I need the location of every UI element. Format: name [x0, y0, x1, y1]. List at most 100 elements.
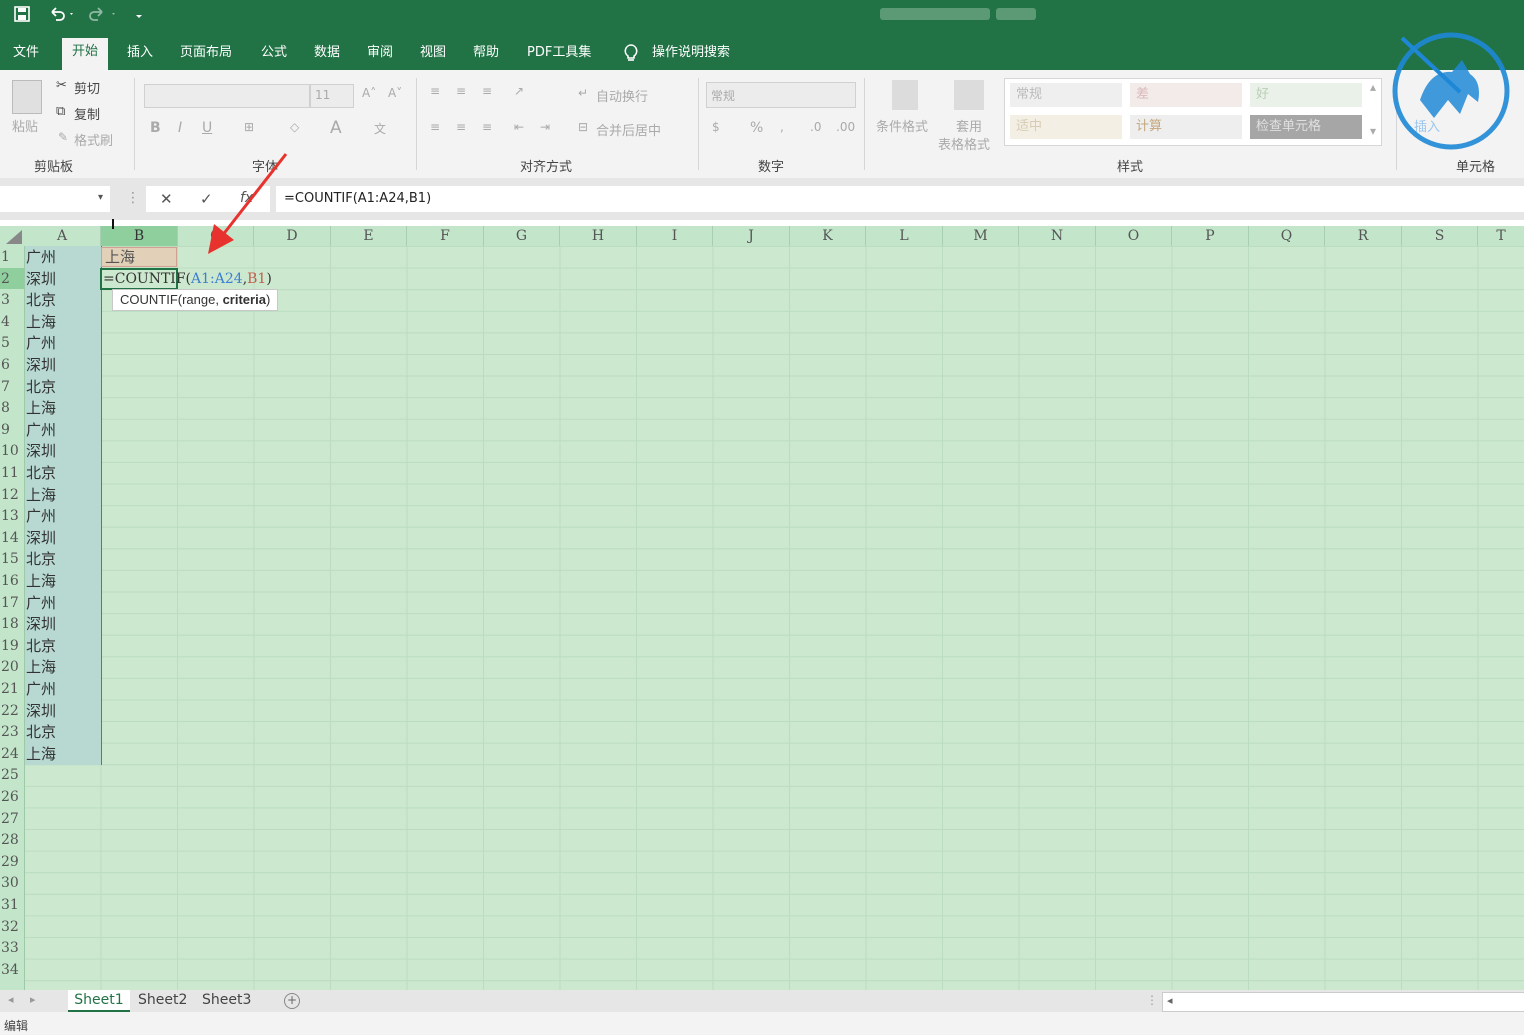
copy-icon[interactable]: ⧉	[56, 104, 65, 119]
bold-button[interactable]: B	[150, 120, 161, 136]
cell-a[interactable]: 广州	[26, 592, 100, 614]
scroll-sheets-right-icon[interactable]: ▸	[30, 993, 36, 1006]
copy-button[interactable]: 复制	[74, 104, 100, 123]
row-header[interactable]: 12	[0, 484, 24, 506]
tab-split-grip-icon[interactable]: ⋮	[1146, 993, 1158, 1007]
column-header-k[interactable]: K	[790, 226, 866, 246]
row-header[interactable]: 6	[0, 354, 24, 376]
row-header[interactable]: 13	[0, 505, 24, 527]
number-format-dropdown[interactable]: 常规	[706, 82, 856, 108]
row-header[interactable]: 25	[0, 764, 24, 786]
cell-a[interactable]: 广州	[26, 505, 100, 527]
cell-a[interactable]: 广州	[26, 246, 100, 268]
increase-font-icon[interactable]: A˄	[362, 86, 376, 100]
font-name-dropdown[interactable]	[144, 84, 310, 108]
lightbulb-icon[interactable]	[623, 44, 639, 66]
column-header-h[interactable]: H	[560, 226, 637, 246]
tab-page-layout[interactable]: 页面布局	[180, 44, 232, 66]
row-header[interactable]: 22	[0, 700, 24, 722]
row-header[interactable]: 15	[0, 548, 24, 570]
cell-a[interactable]: 北京	[26, 462, 100, 484]
paste-button[interactable]: 粘贴	[12, 116, 38, 135]
percent-button[interactable]: %	[750, 120, 763, 136]
decrease-font-icon[interactable]: A˅	[388, 86, 402, 100]
row-header[interactable]: 2	[0, 267, 24, 290]
row-header[interactable]: 21	[0, 678, 24, 700]
row-header[interactable]: 16	[0, 570, 24, 592]
row-header[interactable]: 33	[0, 937, 24, 959]
cell-a[interactable]: 上海	[26, 311, 100, 333]
cell-b2-editing[interactable]: =COUNTIF(A1:A24,B1)	[103, 269, 272, 289]
column-header-m[interactable]: M	[943, 226, 1019, 246]
style-bad[interactable]: 差	[1130, 83, 1242, 107]
column-header-q[interactable]: Q	[1249, 226, 1325, 246]
column-header-t[interactable]: T	[1478, 226, 1524, 246]
save-icon[interactable]	[14, 6, 30, 26]
border-icon[interactable]: ⊞	[244, 120, 254, 134]
align-top-icon[interactable]: ≡	[430, 84, 440, 98]
cell-a[interactable]: 深圳	[26, 613, 100, 635]
comma-icon[interactable]: ,	[780, 120, 784, 134]
undo-icon[interactable]	[48, 6, 74, 26]
sheet-tab-sheet2[interactable]: Sheet2	[138, 990, 187, 1010]
cell-a[interactable]: 广州	[26, 678, 100, 700]
horizontal-scrollbar[interactable]: ◂	[1162, 992, 1524, 1012]
row-header[interactable]: 30	[0, 872, 24, 894]
row-header[interactable]: 10	[0, 440, 24, 462]
column-header-o[interactable]: O	[1096, 226, 1172, 246]
column-header-b[interactable]: B	[101, 226, 178, 246]
name-box-dropdown-icon[interactable]: ▾	[98, 192, 103, 203]
row-header[interactable]: 18	[0, 613, 24, 635]
row-header[interactable]: 31	[0, 894, 24, 916]
cell-a[interactable]: 上海	[26, 570, 100, 592]
column-header-e[interactable]: E	[331, 226, 407, 246]
cell-a[interactable]: 深圳	[26, 354, 100, 376]
row-header[interactable]: 8	[0, 397, 24, 419]
row-header[interactable]: 7	[0, 376, 24, 398]
merge-icon[interactable]: ⊟	[578, 120, 588, 134]
cell-a[interactable]: 北京	[26, 289, 100, 311]
row-header[interactable]: 11	[0, 462, 24, 484]
formula-input[interactable]: =COUNTIF(A1:A24,B1)	[276, 186, 1524, 212]
row-header[interactable]: 26	[0, 786, 24, 808]
italic-button[interactable]: I	[178, 120, 182, 136]
cell-a[interactable]: 上海	[26, 397, 100, 419]
column-header-g[interactable]: G	[484, 226, 560, 246]
row-header[interactable]: 1	[0, 246, 24, 268]
cell-a[interactable]: 深圳	[26, 700, 100, 722]
wrap-text-icon[interactable]: ↵	[578, 86, 588, 100]
align-center-icon[interactable]: ≡	[456, 120, 466, 134]
increase-indent-icon[interactable]: ⇥	[540, 120, 550, 134]
scroll-sheets-left-icon[interactable]: ◂	[8, 993, 14, 1006]
style-normal[interactable]: 常规	[1010, 83, 1122, 107]
column-header-i[interactable]: I	[637, 226, 713, 246]
tab-insert[interactable]: 插入	[127, 44, 153, 66]
phonetic-icon[interactable]: 文	[374, 120, 386, 137]
tab-data[interactable]: 数据	[314, 44, 340, 66]
row-header[interactable]: 3	[0, 289, 24, 311]
cell-a[interactable]: 北京	[26, 721, 100, 743]
column-header-p[interactable]: P	[1172, 226, 1249, 246]
row-header[interactable]: 5	[0, 332, 24, 354]
row-header[interactable]: 9	[0, 419, 24, 441]
cell-a[interactable]: 深圳	[26, 440, 100, 462]
tab-formulas[interactable]: 公式	[261, 44, 287, 66]
tab-help[interactable]: 帮助	[473, 44, 499, 66]
format-painter-button[interactable]: 格式刷	[74, 130, 113, 149]
row-header[interactable]: 14	[0, 527, 24, 549]
gallery-more-icon[interactable]: ▾	[1370, 124, 1376, 138]
tab-file[interactable]: 文件	[13, 44, 39, 66]
column-header-l[interactable]: L	[866, 226, 943, 246]
cell-a[interactable]: 广州	[26, 332, 100, 354]
row-header[interactable]: 17	[0, 592, 24, 614]
cut-icon[interactable]: ✂	[56, 78, 67, 93]
name-box[interactable]: ▾	[0, 186, 110, 212]
column-header-n[interactable]: N	[1019, 226, 1096, 246]
tab-home[interactable]: 开始	[62, 38, 109, 70]
cell-a[interactable]: 北京	[26, 548, 100, 570]
tab-review[interactable]: 审阅	[367, 44, 393, 66]
redo-icon[interactable]	[88, 6, 118, 26]
conditional-format-button[interactable]: 条件格式	[876, 116, 928, 135]
increase-decimal-icon[interactable]: .0	[810, 120, 821, 134]
decrease-decimal-icon[interactable]: .00	[836, 120, 855, 134]
